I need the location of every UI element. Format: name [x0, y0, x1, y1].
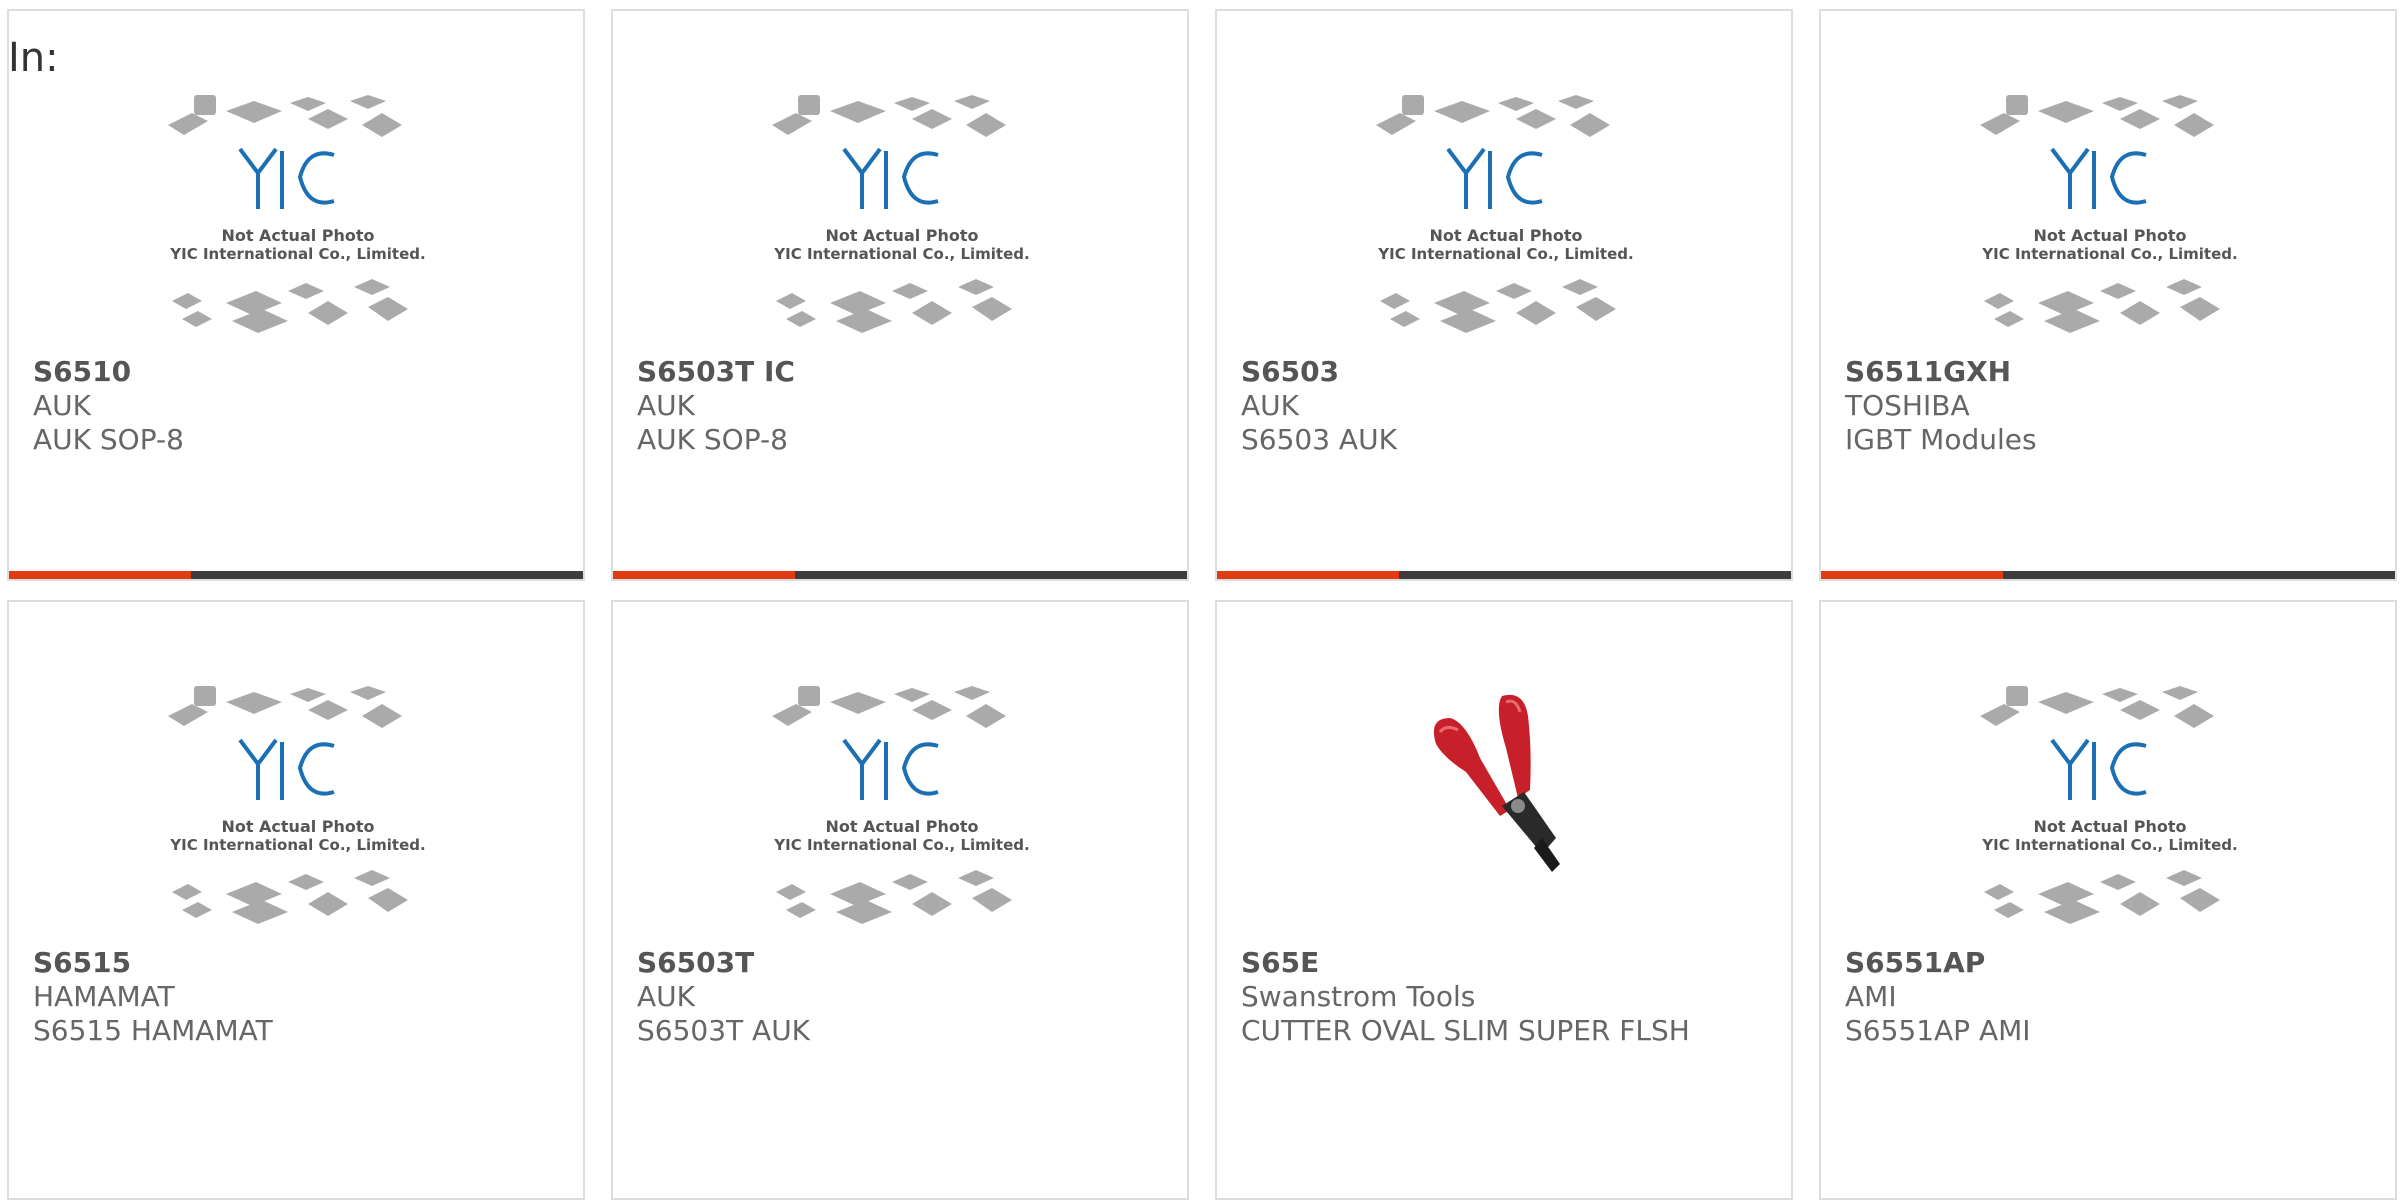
product-image[interactable]: Not Actual Photo YIC International Co., …: [613, 91, 1187, 347]
card-footer-bar: [613, 571, 1187, 579]
manufacturer: TOSHIBA: [1845, 389, 1970, 422]
svg-text:Not Actual Photo: Not Actual Photo: [221, 817, 374, 836]
svg-text:YIC International Co., Limited: YIC International Co., Limited.: [169, 836, 425, 854]
svg-text:Not Actual Photo: Not Actual Photo: [1429, 226, 1582, 245]
svg-text:YIC International Co., Limited: YIC International Co., Limited.: [169, 245, 425, 263]
card-footer-bar: [9, 571, 583, 579]
product-info: S6515 HAMAMAT S6515 HAMAMAT: [33, 946, 573, 1048]
product-card[interactable]: Not Actual Photo YIC International Co., …: [1819, 600, 2397, 1200]
product-image[interactable]: Not Actual Photo YIC International Co., …: [9, 91, 583, 347]
product-info: S65E Swanstrom Tools CUTTER OVAL SLIM SU…: [1241, 946, 1781, 1048]
svg-text:Not Actual Photo: Not Actual Photo: [825, 226, 978, 245]
product-image[interactable]: [1217, 682, 1791, 938]
manufacturer: AUK: [637, 389, 696, 422]
yic-placeholder-icon: Not Actual Photo YIC International Co., …: [1980, 686, 2238, 924]
product-card[interactable]: Not Actual Photo YIC International Co., …: [7, 600, 585, 1200]
yic-placeholder-icon: Not Actual Photo YIC International Co., …: [168, 686, 426, 924]
product-info: S6551AP AMI S6551AP AMI: [1845, 946, 2385, 1048]
manufacturer: AMI: [1845, 980, 1897, 1013]
product-card[interactable]: S65E Swanstrom Tools CUTTER OVAL SLIM SU…: [1215, 600, 1793, 1200]
svg-text:YIC International Co., Limited: YIC International Co., Limited.: [1981, 245, 2237, 263]
svg-text:YIC International Co., Limited: YIC International Co., Limited.: [773, 836, 1029, 854]
manufacturer: AUK: [637, 980, 696, 1013]
svg-text:Not Actual Photo: Not Actual Photo: [221, 226, 374, 245]
product-info: S6503 AUK S6503 AUK: [1241, 355, 1781, 457]
description: AUK SOP-8: [637, 423, 788, 456]
svg-text:Not Actual Photo: Not Actual Photo: [2033, 226, 2186, 245]
product-card[interactable]: Not Actual Photo YIC International Co., …: [611, 9, 1189, 581]
cutter-icon: [1433, 694, 1560, 872]
yic-placeholder-icon: Not Actual Photo YIC International Co., …: [1376, 95, 1634, 333]
part-number[interactable]: S6511GXH: [1845, 355, 2385, 389]
product-image[interactable]: Not Actual Photo YIC International Co., …: [613, 682, 1187, 938]
svg-text:Not Actual Photo: Not Actual Photo: [825, 817, 978, 836]
part-number[interactable]: S65E: [1241, 946, 1781, 980]
part-number[interactable]: S6551AP: [1845, 946, 2385, 980]
yic-placeholder-icon: Not Actual Photo YIC International Co., …: [1980, 95, 2238, 333]
part-number[interactable]: S6503: [1241, 355, 1781, 389]
product-info: S6511GXH TOSHIBA IGBT Modules: [1845, 355, 2385, 457]
description: CUTTER OVAL SLIM SUPER FLSH: [1241, 1014, 1690, 1047]
product-card[interactable]: Not Actual Photo YIC International Co., …: [611, 600, 1189, 1200]
product-grid: Not Actual Photo YIC International Co., …: [7, 9, 2400, 1200]
product-card[interactable]: Not Actual Photo YIC International Co., …: [1215, 9, 1793, 581]
card-footer-bar: [1821, 571, 2395, 579]
description: AUK SOP-8: [33, 423, 184, 456]
manufacturer: AUK: [1241, 389, 1300, 422]
yic-placeholder-icon: Not Actual Photo YIC International Co., …: [772, 95, 1030, 333]
product-image[interactable]: Not Actual Photo YIC International Co., …: [1821, 682, 2395, 938]
product-image[interactable]: Not Actual Photo YIC International Co., …: [1821, 91, 2395, 347]
product-card[interactable]: Not Actual Photo YIC International Co., …: [7, 9, 585, 581]
product-card[interactable]: Not Actual Photo YIC International Co., …: [1819, 9, 2397, 581]
svg-text:YIC International Co., Limited: YIC International Co., Limited.: [1377, 245, 1633, 263]
description: IGBT Modules: [1845, 423, 2037, 456]
product-info: S6503T AUK S6503T AUK: [637, 946, 1177, 1048]
svg-text:YIC International Co., Limited: YIC International Co., Limited.: [1981, 836, 2237, 854]
part-number[interactable]: S6503T IC: [637, 355, 1177, 389]
description: S6503T AUK: [637, 1014, 811, 1047]
description: S6551AP AMI: [1845, 1014, 2031, 1047]
product-image[interactable]: Not Actual Photo YIC International Co., …: [1217, 91, 1791, 347]
yic-placeholder-icon: Not Actual Photo YIC International Co., …: [772, 686, 1030, 924]
manufacturer: Swanstrom Tools: [1241, 980, 1476, 1013]
description: S6503 AUK: [1241, 423, 1397, 456]
svg-text:Not Actual Photo: Not Actual Photo: [2033, 817, 2186, 836]
manufacturer: HAMAMAT: [33, 980, 175, 1013]
description: S6515 HAMAMAT: [33, 1014, 273, 1047]
part-number[interactable]: S6510: [33, 355, 573, 389]
product-info: S6503T IC AUK AUK SOP-8: [637, 355, 1177, 457]
manufacturer: AUK: [33, 389, 92, 422]
product-info: S6510 AUK AUK SOP-8: [33, 355, 573, 457]
part-number[interactable]: S6515: [33, 946, 573, 980]
product-image[interactable]: Not Actual Photo YIC International Co., …: [9, 682, 583, 938]
part-number[interactable]: S6503T: [637, 946, 1177, 980]
in-label: In:: [8, 35, 59, 81]
card-footer-bar: [1217, 571, 1791, 579]
yic-placeholder-icon: Not Actual Photo YIC International Co., …: [168, 95, 426, 333]
svg-text:YIC International Co., Limited: YIC International Co., Limited.: [773, 245, 1029, 263]
